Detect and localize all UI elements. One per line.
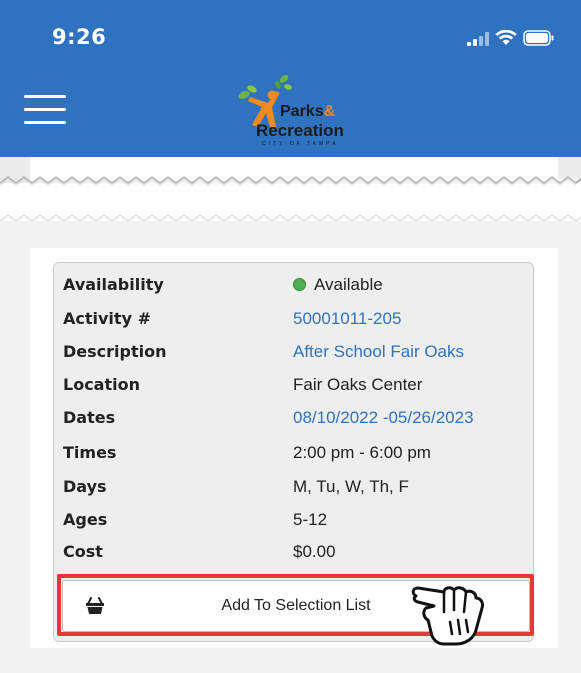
row-activity-number: Activity # 50001011-205 (63, 309, 533, 339)
logo-recreation-text: Recreation (256, 121, 344, 140)
battery-icon (523, 30, 554, 46)
row-location: Location Fair Oaks Center (63, 375, 533, 405)
availability-value: Available (293, 275, 383, 295)
row-days: Days M, Tu, W, Th, F (63, 477, 533, 507)
app-header: 9:26 Parks& Recreation CITY OF TAMPA (0, 0, 581, 157)
hamburger-menu-icon[interactable] (24, 95, 66, 125)
signal-icon (467, 32, 489, 46)
torn-edge-top (0, 157, 581, 197)
ages-value: 5-12 (293, 510, 328, 529)
row-dates: Dates 08/10/2022 -05/26/2023 (63, 408, 533, 438)
days-label: Days (63, 477, 107, 496)
ages-label: Ages (63, 510, 108, 529)
activity-number-label: Activity # (63, 309, 151, 328)
cost-value: $0.00 (293, 542, 336, 561)
cost-label: Cost (63, 542, 103, 561)
description-label: Description (63, 342, 167, 361)
days-value: M, Tu, W, Th, F (293, 477, 409, 496)
location-label: Location (63, 375, 140, 394)
row-availability: Availability Available (63, 275, 533, 305)
logo-city-text: CITY OF TAMPA (262, 141, 339, 147)
row-times: Times 2:00 pm - 6:00 pm (63, 443, 533, 473)
times-value: 2:00 pm - 6:00 pm (293, 443, 431, 462)
description-link[interactable]: After School Fair Oaks (293, 342, 464, 362)
wifi-icon (495, 30, 517, 45)
torn-edge-middle (0, 205, 581, 222)
logo-parks-text: Parks& (280, 103, 336, 120)
parks-recreation-logo[interactable]: Parks& Recreation CITY OF TAMPA (232, 73, 362, 155)
dates-label: Dates (63, 408, 116, 427)
available-status-dot-icon (293, 278, 306, 291)
status-icons (467, 28, 555, 46)
availability-label: Availability (63, 275, 164, 294)
row-cost: Cost $0.00 (63, 542, 533, 572)
times-label: Times (63, 443, 117, 462)
hand-pointer-icon (411, 586, 484, 646)
row-ages: Ages 5-12 (63, 510, 533, 540)
status-time: 9:26 (52, 25, 107, 49)
location-value: Fair Oaks Center (293, 375, 423, 394)
row-description: Description After School Fair Oaks (63, 342, 533, 372)
activity-number-link[interactable]: 50001011-205 (293, 309, 401, 329)
dates-link[interactable]: 08/10/2022 -05/26/2023 (293, 408, 474, 428)
